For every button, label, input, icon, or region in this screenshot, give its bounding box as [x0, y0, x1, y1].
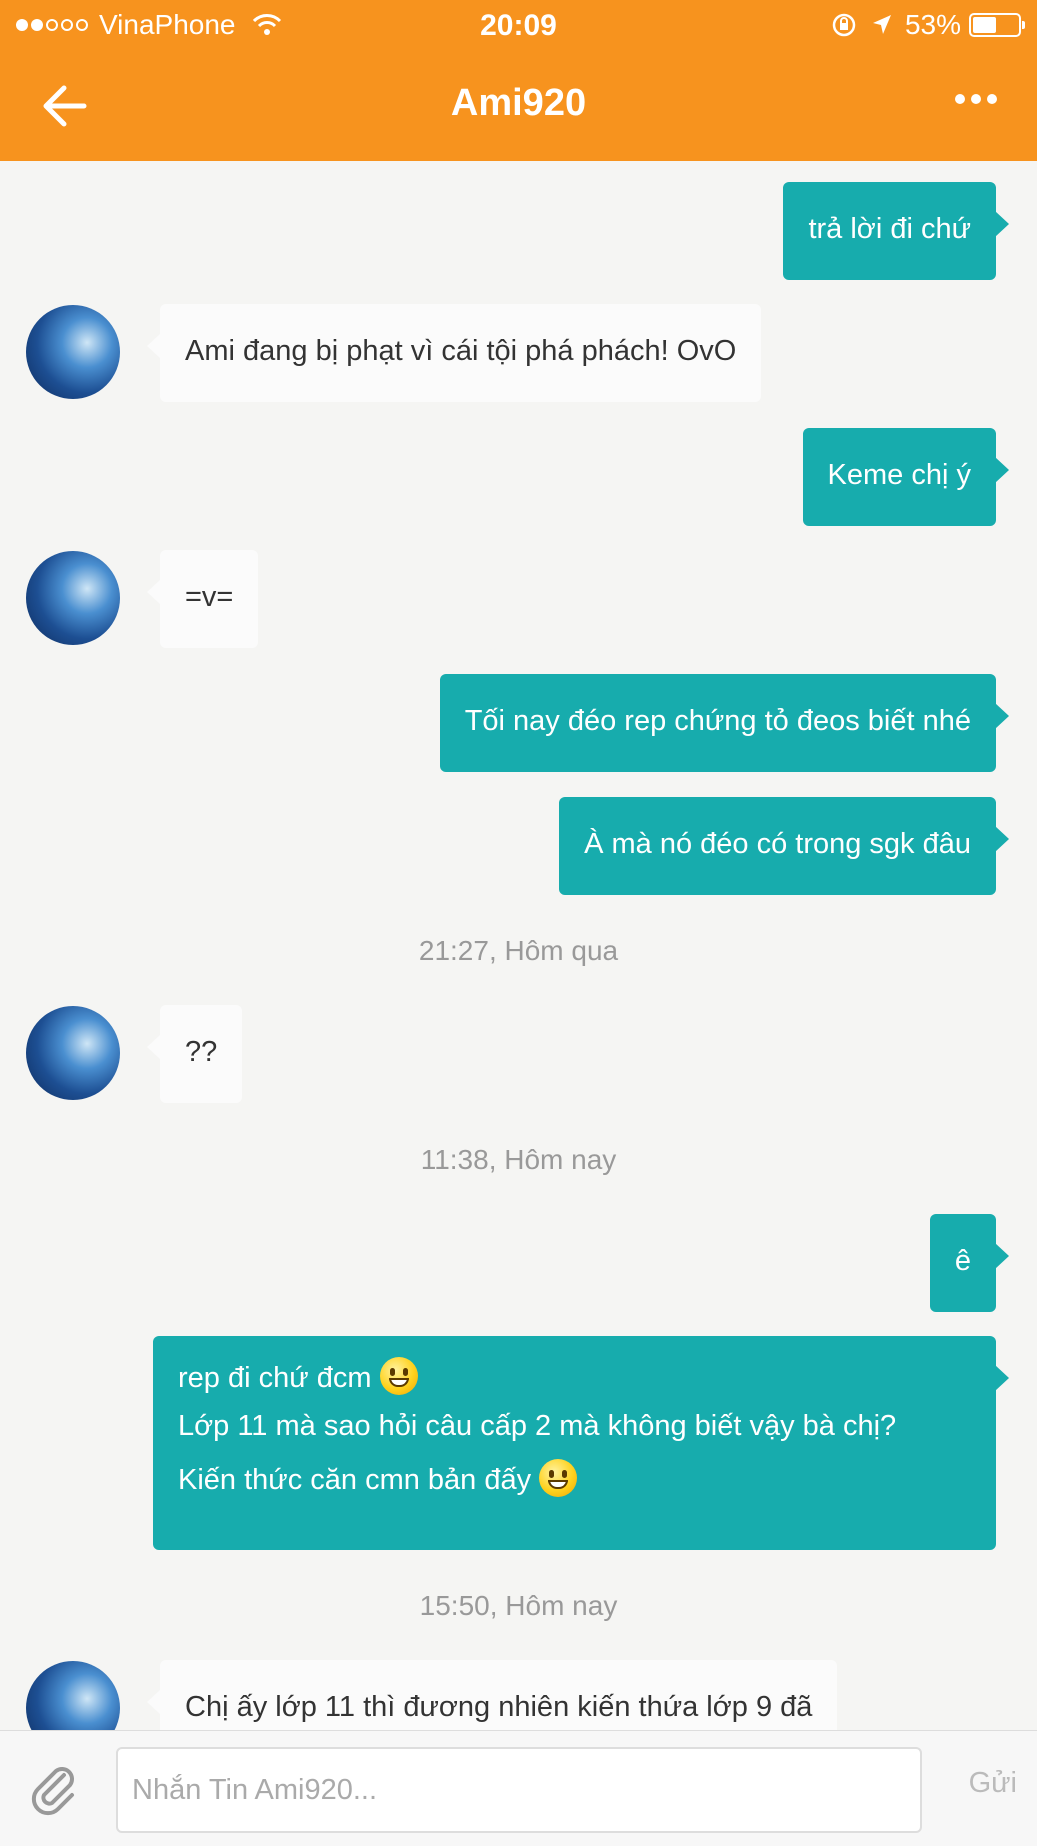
- contact-avatar[interactable]: [26, 1006, 120, 1100]
- message-line: rep đi chứ đcm: [178, 1362, 372, 1394]
- contact-avatar[interactable]: [26, 305, 120, 399]
- battery-fill: [973, 17, 997, 33]
- message-composer: Gửi: [0, 1730, 1037, 1846]
- more-dots-icon[interactable]: [955, 94, 997, 104]
- timestamp-divider: 15:50, Hôm nay: [419, 1590, 618, 1621]
- message-bubble-outgoing[interactable]: À mà nó đéo có trong sgk đâu: [559, 797, 1009, 895]
- location-arrow-icon: [872, 15, 891, 34]
- message-list[interactable]: trả lời đi chứ Ami đang bị phạt vì cái t…: [0, 161, 1037, 1730]
- message-bubble-outgoing[interactable]: Keme chị ý: [802, 428, 1010, 526]
- battery-percentage: 53%: [904, 9, 961, 40]
- message-line: Lớp 11 mà sao hỏi câu cấp 2 mà không biế…: [178, 1410, 897, 1442]
- lock-rotation-icon: [832, 13, 856, 37]
- grinning-emoji-icon: [539, 1459, 578, 1497]
- message-bubble-incoming[interactable]: Chị ấy lớp 11 thì đương nhiên kiến thứa …: [146, 1660, 838, 1730]
- message-bubble-incoming[interactable]: Ami đang bị phạt vì cái tội phá phách! O…: [146, 304, 762, 402]
- message-bubble-incoming[interactable]: =v=: [146, 550, 259, 648]
- message-line: Kiến thức căn cmn bản đấy: [178, 1464, 532, 1496]
- message-bubble-outgoing[interactable]: ê: [929, 1214, 1010, 1312]
- app-header: VinaPhone 20:09 53% Ami920: [0, 0, 1037, 161]
- battery-icon: [969, 13, 1025, 37]
- paperclip-icon[interactable]: [28, 1761, 84, 1817]
- timestamp-divider: 11:38, Hôm nay: [420, 1144, 617, 1175]
- message-bubble-outgoing[interactable]: rep đi chứ đcm Lớp 11 mà sao hỏi câu cấp…: [153, 1336, 1009, 1550]
- message-input[interactable]: [116, 1747, 922, 1833]
- contact-avatar[interactable]: [26, 551, 120, 645]
- message-bubble-outgoing[interactable]: trả lời đi chứ: [783, 182, 1009, 280]
- message-bubble-outgoing[interactable]: Tối nay đéo rep chứng tỏ đeos biết nhé: [439, 674, 1010, 772]
- message-bubble-incoming[interactable]: ??: [146, 1005, 243, 1103]
- grinning-emoji-icon: [379, 1357, 418, 1395]
- timestamp-divider: 21:27, Hôm qua: [418, 935, 619, 966]
- send-button[interactable]: Gửi: [969, 1767, 1017, 1800]
- nav-bar: Ami920: [0, 52, 1037, 161]
- contact-avatar[interactable]: [26, 1661, 120, 1730]
- status-bar: VinaPhone 20:09 53%: [0, 0, 1037, 52]
- chat-title: Ami920: [450, 82, 587, 124]
